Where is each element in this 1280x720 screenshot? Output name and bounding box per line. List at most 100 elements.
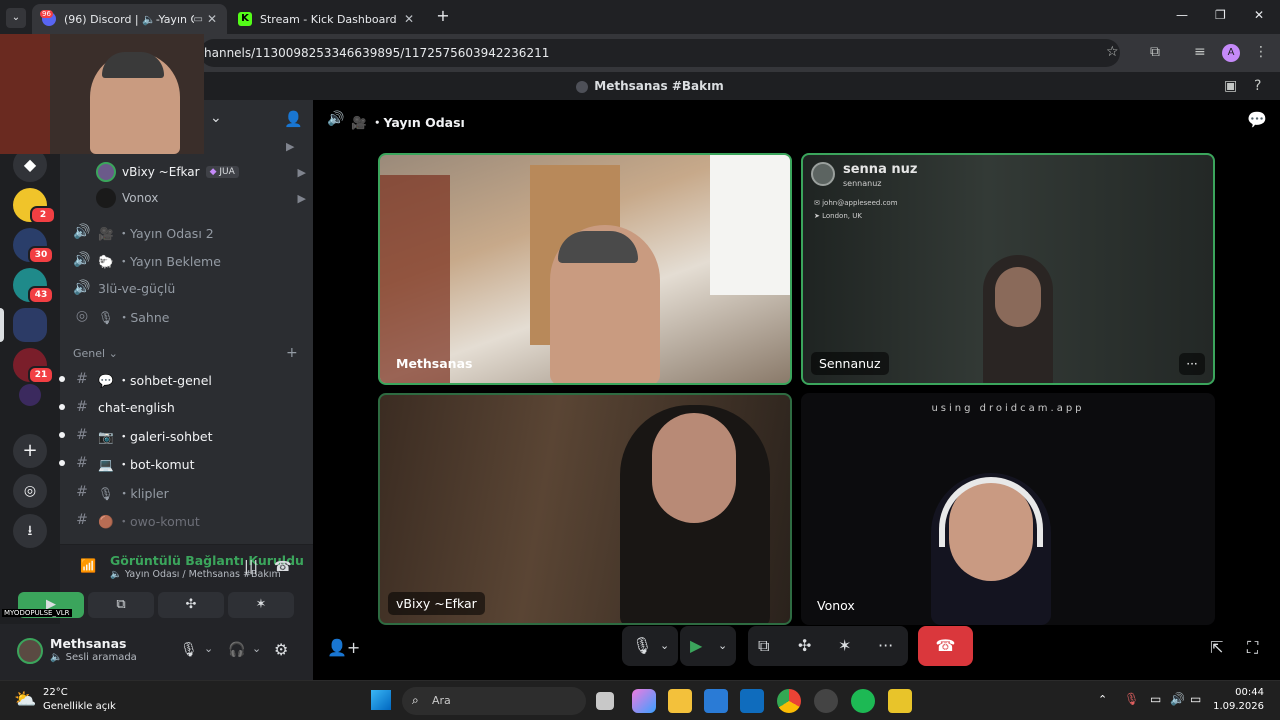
category-header[interactable]: Genel ⌄ — [73, 347, 118, 360]
activities-icon[interactable]: ✣ — [798, 626, 811, 666]
copilot-icon[interactable] — [632, 689, 656, 713]
spotify-icon[interactable] — [851, 689, 875, 713]
chrome-icon[interactable] — [777, 689, 801, 713]
video-tile[interactable]: Methsanas — [378, 153, 792, 385]
voice-channel[interactable]: 🔊 🎥 ・Yayın Odası 2 — [60, 219, 313, 245]
avatar[interactable] — [17, 638, 43, 664]
disconnect-icon[interactable]: ☎ — [274, 559, 291, 575]
noise-suppression-icon[interactable]: ||| — [244, 559, 258, 575]
stage-channel[interactable]: ◎ 🎙 ・Sahne — [60, 303, 313, 329]
more-icon[interactable]: ··· — [878, 626, 893, 666]
hash-icon: # — [76, 455, 88, 471]
network-icon[interactable]: ▭ — [1150, 692, 1161, 706]
mic-control[interactable]: 🎙 ⌄ — [622, 626, 678, 666]
close-icon[interactable]: ▭ — [194, 14, 203, 25]
server-dropdown-icon[interactable]: ⌄ — [210, 110, 222, 126]
popout-icon[interactable]: ⇱ — [1210, 638, 1223, 657]
help-icon[interactable]: ? — [1254, 78, 1261, 94]
tab-kick[interactable]: K Stream - Kick Dashboard ✕ — [228, 4, 424, 34]
windows-start-icon[interactable] — [371, 690, 391, 710]
text-channel[interactable]: # 🎙 ・klipler — [60, 479, 313, 505]
chat-icon[interactable]: 💬 — [1247, 110, 1267, 129]
chevron-down-icon[interactable]: ⌄ — [252, 642, 261, 655]
more-menu-icon[interactable]: ⋮ — [1254, 44, 1268, 60]
tab-discord[interactable]: 96 (96) Discord | 🔈-Yayın Odası ▭ ✕ — [32, 4, 227, 34]
file-explorer-icon[interactable] — [668, 689, 692, 713]
extensions-icon[interactable]: ⧉ — [1150, 44, 1160, 60]
chevron-down-icon[interactable]: ⌄ — [204, 642, 213, 655]
volume-icon[interactable]: 🔊 — [1170, 692, 1185, 706]
app-icon[interactable] — [814, 689, 838, 713]
clock-date[interactable]: 1.09.2026 — [1210, 701, 1264, 712]
camera-icon: ▶ — [297, 165, 306, 179]
microphone-icon[interactable]: 🎙 — [1124, 692, 1139, 706]
screen-share-icon[interactable]: ⧉ — [758, 626, 769, 666]
activities-button[interactable]: ✣ — [158, 592, 224, 618]
close-icon[interactable]: ✕ — [404, 12, 414, 26]
bookmark-star-icon[interactable]: ☆ — [1106, 44, 1119, 60]
add-channel-icon[interactable]: + — [286, 345, 298, 361]
video-tile[interactable]: senna nuz sennanuz ✉ john@appleseed.com … — [801, 153, 1215, 385]
close-icon[interactable]: ✕ — [207, 12, 217, 26]
video-tile[interactable]: using droidcam.app Vonox — [801, 393, 1215, 625]
download-icon[interactable]: ⭳ — [13, 514, 47, 548]
explore-icon[interactable]: ◎ — [13, 474, 47, 508]
store-icon[interactable] — [704, 689, 728, 713]
task-view-icon[interactable] — [596, 692, 614, 710]
watermark: using droidcam.app — [931, 403, 1085, 414]
hang-up-button[interactable]: ☎ — [918, 626, 973, 666]
gear-icon[interactable]: ⚙ — [274, 640, 288, 659]
camera-control[interactable]: ▶ ⌄ — [680, 626, 736, 666]
video-camera-icon: ▶ — [690, 636, 703, 655]
window-close-button[interactable]: ✕ — [1254, 8, 1264, 22]
chevron-down-icon[interactable]: ⌄ — [660, 626, 669, 666]
text-channel[interactable]: # 💻 ・bot-komut — [59, 450, 313, 476]
text-channel[interactable]: # 🟤 ・owo-komut — [60, 507, 313, 533]
tab-label: Stream - Kick Dashboard — [260, 12, 397, 26]
profile-avatar[interactable]: A — [1222, 44, 1240, 62]
signal-icon: 📶 — [80, 559, 97, 574]
text-channel[interactable]: # 💬 ・sohbet-genel — [59, 366, 313, 392]
inbox-icon[interactable]: ▣ — [1224, 78, 1237, 94]
voice-member[interactable]: vBixy ~Efkar ◆ JUA ▶ — [96, 160, 306, 184]
voice-member[interactable]: Vonox ▶ — [96, 186, 306, 210]
headphones-icon[interactable]: 🎧 — [228, 642, 245, 658]
add-server-icon[interactable]: + — [13, 434, 47, 468]
video-tile[interactable]: vBixy ~Efkar — [378, 393, 792, 625]
more-options-button[interactable]: ··· — [1179, 353, 1205, 375]
clock-time[interactable]: 00:44 — [1220, 687, 1264, 698]
text-channel[interactable]: # 📷 ・galeri-sohbet — [59, 422, 313, 448]
chevron-down-icon[interactable]: ⌄ — [718, 626, 727, 666]
soundboard-button[interactable]: ✶ — [228, 592, 294, 618]
battery-icon[interactable]: ▭ — [1190, 692, 1201, 706]
channel-label: 💬 ・sohbet-genel — [98, 372, 212, 388]
user-status: 🔈 Sesli aramada — [50, 652, 137, 663]
add-people-icon[interactable]: 👤+ — [327, 638, 360, 657]
voice-channel[interactable]: 🔊 🐑 ・Yayın Bekleme — [60, 247, 313, 273]
soundboard-icon[interactable]: ✶ — [838, 626, 851, 666]
screen-share-button[interactable]: ⧉ — [88, 592, 154, 618]
url-field[interactable]: hannels/1130098253346639895/117257560394… — [200, 39, 1120, 67]
tray-chevron-icon[interactable]: ⌃ — [1098, 693, 1107, 706]
server-icon[interactable] — [19, 384, 41, 406]
tab-search-button[interactable]: ⌄ — [6, 8, 26, 28]
server-icon[interactable] — [13, 308, 47, 342]
mail-icon[interactable] — [740, 689, 764, 713]
fullscreen-icon[interactable]: ⛶ — [1247, 638, 1258, 658]
voice-channel[interactable]: 🔊 3lü-ve-güçlü — [60, 275, 313, 301]
media-control-icon[interactable]: ≡ — [1194, 44, 1206, 60]
search-box[interactable]: ⌕ Ara — [402, 687, 586, 715]
camera-emoji-icon: 🎥 — [351, 115, 367, 130]
microphone-icon[interactable]: 🎙 — [180, 642, 198, 658]
new-tab-button[interactable]: + — [434, 6, 452, 25]
invite-icon[interactable]: 👤 — [284, 110, 303, 128]
minimize-button[interactable]: — — [1176, 8, 1188, 22]
role-tag: ◆ JUA — [205, 166, 239, 178]
camera-icon: ▶ — [297, 191, 306, 205]
hash-icon: # — [76, 512, 88, 528]
voice-member-name: vBixy ~Efkar — [122, 165, 200, 179]
restore-button[interactable]: ❐ — [1215, 8, 1226, 22]
xbox-icon[interactable] — [888, 689, 912, 713]
speaker-icon: 🔊 — [73, 280, 91, 296]
text-channel[interactable]: # chat-english — [59, 394, 313, 420]
